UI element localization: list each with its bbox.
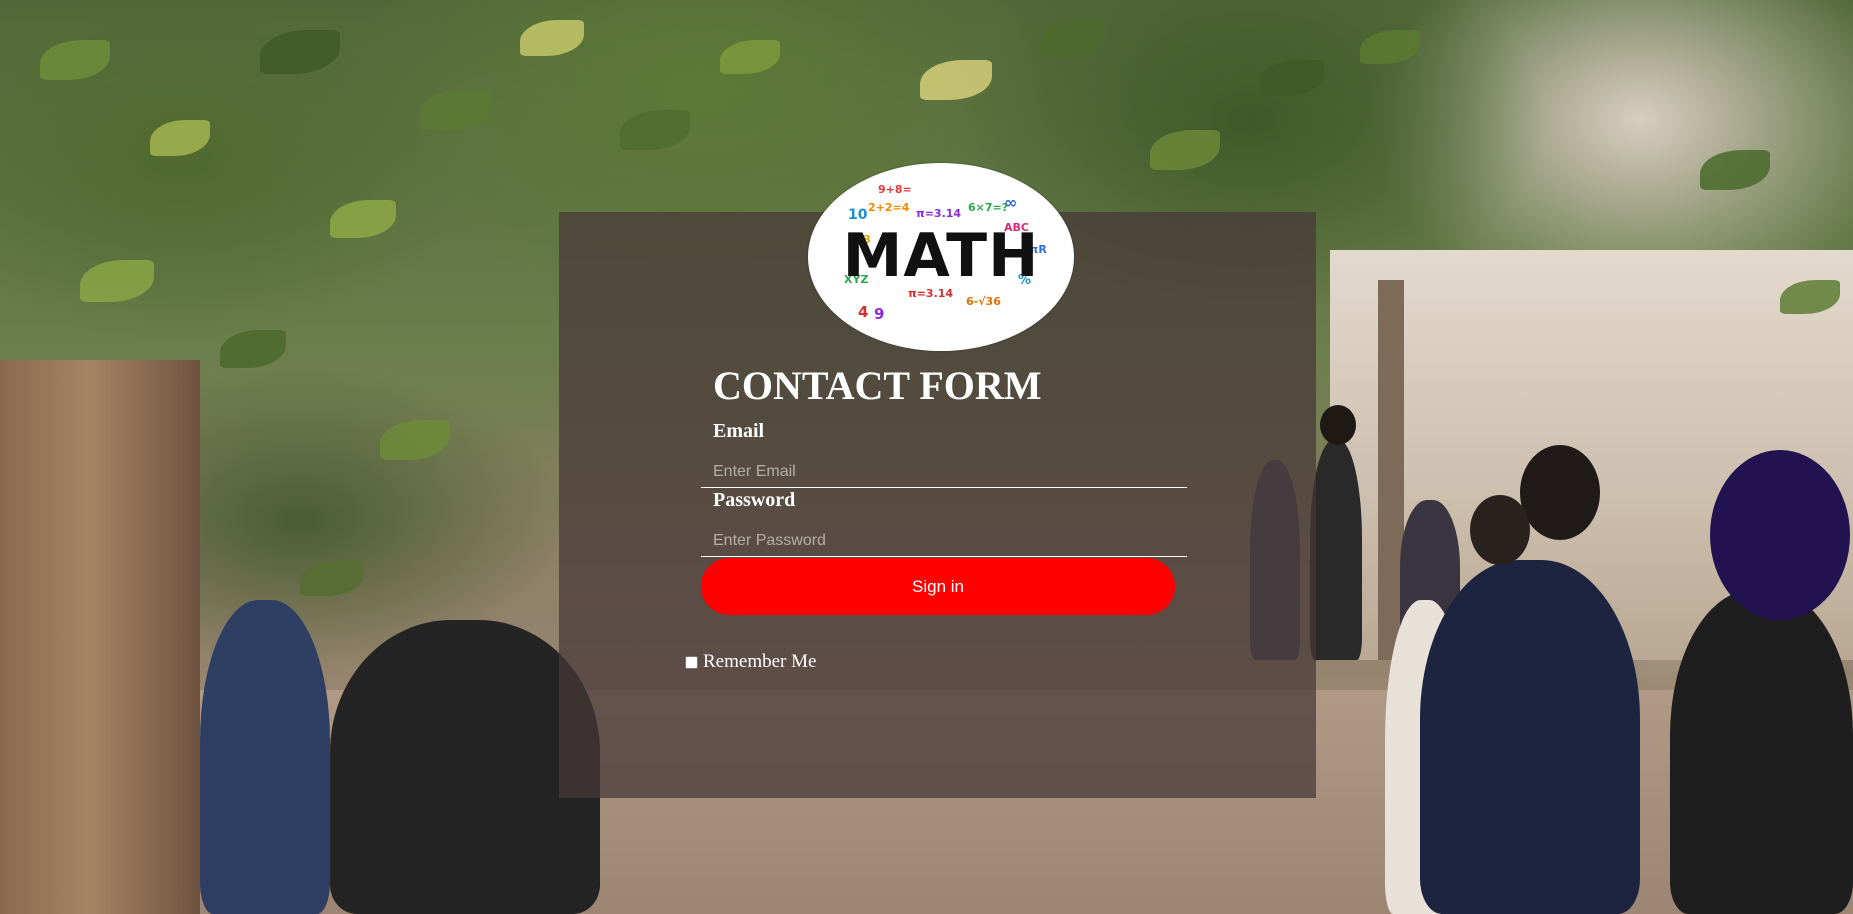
background-leaf (1700, 150, 1770, 190)
background-person-head (1320, 405, 1356, 445)
background-leaf (1150, 130, 1220, 170)
background-leaf (260, 30, 340, 74)
background-leaf (80, 260, 154, 302)
background-leaf (380, 420, 450, 460)
math-logo: 9+8= 10 2+2=4 π=3.14 6×7=? ABC 123 2πR ∞… (808, 163, 1074, 351)
logo-decoration: 9+8= (878, 183, 912, 196)
background-person (1420, 560, 1640, 914)
logo-decoration: ∞ (1004, 193, 1018, 212)
background-person-head (1710, 450, 1850, 620)
logo-decoration: 4 (858, 303, 869, 321)
background-person (1310, 440, 1362, 660)
background-leaf (1040, 20, 1106, 58)
background-person (200, 600, 330, 914)
remember-me-row: Remember Me (685, 651, 816, 673)
background-leaf (300, 560, 364, 596)
logo-decoration: 6×7=? (968, 201, 1009, 214)
background-leaf (1360, 30, 1420, 64)
password-label: Password (713, 489, 796, 511)
background-leaf (1260, 60, 1324, 96)
background-pillar (0, 360, 200, 914)
logo-decoration: 9 (874, 305, 885, 323)
email-label: Email (713, 420, 765, 442)
background-leaf (420, 90, 492, 130)
background-leaf (920, 60, 992, 100)
password-field[interactable] (701, 526, 1187, 557)
background-person-head (1520, 445, 1600, 540)
logo-text: MATH (842, 221, 1040, 291)
background-leaf (620, 110, 690, 150)
background-person-head (1470, 495, 1530, 565)
remember-me-checkbox[interactable] (685, 655, 698, 669)
logo-decoration: 6-√36 (966, 295, 1001, 308)
email-field[interactable] (701, 457, 1187, 488)
form-title: CONTACT FORM (713, 363, 1042, 408)
background-leaf (720, 40, 780, 74)
background-person (1670, 590, 1853, 914)
background-leaf (330, 200, 396, 238)
background-leaf (520, 20, 584, 56)
logo-decoration: π=3.14 (916, 207, 962, 220)
background-leaf (150, 120, 210, 156)
background-leaf (40, 40, 110, 80)
logo-decoration: 2+2=4 (868, 201, 910, 214)
sign-in-button[interactable]: Sign in (701, 558, 1175, 615)
background-leaf (220, 330, 286, 368)
remember-me-label: Remember Me (703, 651, 817, 672)
